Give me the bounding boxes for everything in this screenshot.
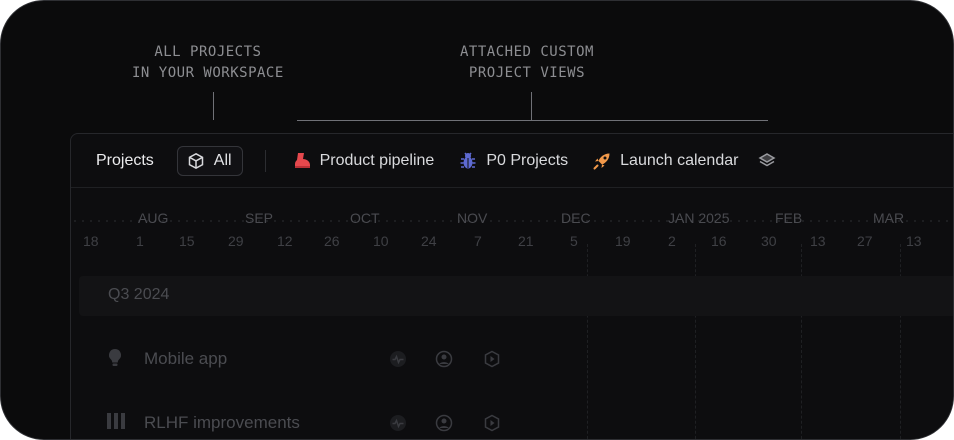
callout-right-bracket [297,120,768,121]
activity-icon[interactable] [389,350,407,368]
boot-icon [294,152,310,168]
projects-toolbar: Projects All Product pipeline P0 Project… [71,134,953,188]
week-label: 10 [373,233,389,249]
cube-icon [188,152,204,169]
callout-left-pointer [213,92,214,120]
week-label: 27 [857,233,873,249]
month-label: NOV [457,210,488,226]
lead-avatar-icon[interactable] [435,350,453,368]
quarter-label: Q3 2024 [108,286,170,303]
timeline-header: AUG SEP OCT NOV DEC JAN 2025 FEB MAR 18 … [71,188,953,249]
view-label: P0 Projects [486,151,569,169]
month-label: SEP [245,210,274,226]
month-label: DEC [561,210,591,226]
project-name: RLHF improvements [144,413,300,432]
week-label: 16 [711,233,727,249]
week-label: 5 [570,233,578,249]
milestone-icon[interactable] [483,414,501,432]
activity-icon[interactable] [389,414,407,432]
callout-right-pointer [531,92,532,120]
week-label: 13 [906,233,922,249]
view-label: Product pipeline [319,151,435,169]
view-launch-calendar[interactable]: Launch calendar [592,151,738,171]
month-label: FEB [775,210,803,226]
layers-icon[interactable] [758,152,776,170]
callout-all-projects: ALL PROJECTS IN YOUR WORKSPACE [132,44,284,81]
week-label: 12 [277,233,293,249]
week-label: 30 [761,233,777,249]
timeline-tick-row [71,220,953,222]
week-label: 1 [136,233,144,249]
project-name: Mobile app [144,349,228,368]
lead-avatar-icon[interactable] [435,414,453,432]
week-label: 2 [668,233,676,249]
week-label: 26 [324,233,340,249]
quarter-group-header[interactable]: Q3 2024 [79,276,953,316]
month-label: OCT [350,210,380,226]
view-label: Launch calendar [620,151,739,169]
month-label: JAN 2025 [668,210,730,226]
milestone-icon[interactable] [483,350,501,368]
week-label: 7 [474,233,482,249]
week-label: 24 [421,233,437,249]
toolbar-divider [264,149,266,172]
week-label: 15 [179,233,195,249]
lightbulb-icon [108,348,122,366]
week-label: 21 [518,233,534,249]
month-label: AUG [138,210,169,226]
filter-all-label: All [213,151,232,169]
rocket-icon [593,153,610,169]
week-label: 13 [810,233,826,249]
view-p0-projects[interactable]: P0 Projects [458,151,568,171]
filter-all-button[interactable]: All [176,145,243,176]
project-row[interactable]: Mobile app [71,338,953,378]
week-label: 29 [228,233,244,249]
week-label: 18 [83,233,99,249]
week-label: 19 [615,233,631,249]
callout-custom-views: ATTACHED CUSTOM PROJECT VIEWS [460,44,594,81]
window-frame: ALL PROJECTS IN YOUR WORKSPACE ATTACHED … [0,0,954,440]
bug-icon [460,152,476,168]
projects-panel: Projects All Product pipeline P0 Project… [70,133,953,439]
page-title[interactable]: Projects [96,152,154,170]
view-product-pipeline[interactable]: Product pipeline [292,151,435,171]
bars-icon [107,413,125,429]
month-label: MAR [873,210,905,226]
project-row[interactable]: RLHF improvements [71,402,953,439]
